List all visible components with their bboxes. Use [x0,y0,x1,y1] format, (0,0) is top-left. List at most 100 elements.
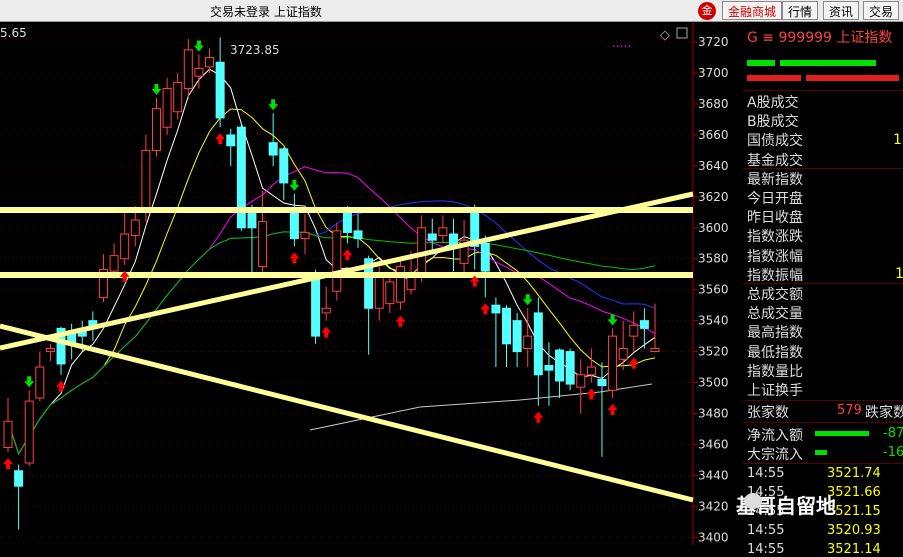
high-label: 3723.85 [230,43,280,57]
title-bar: 交易未登录 上证指数 金 金融商城 行情 资讯 交易 [0,0,903,22]
candle-body [565,351,575,385]
market-button[interactable]: 行情 [782,1,819,20]
candle-body [311,273,321,337]
buy-signal-arrow-icon [628,357,639,369]
quote-label: 指数振幅 [747,267,803,284]
quote-panel: G ≡ 999999 上证指数 A股成交 B股成交 国债成交 基金成交 最新指数 今日开盘… [743,22,903,557]
candle-body [300,231,310,240]
buy-signal-arrow-icon [342,249,353,261]
candle-body [35,366,45,399]
tick-time: 14:55 [747,523,785,538]
candle-body [523,335,533,349]
y-tick-label: 3560 [698,283,729,297]
tick-price: 3520.93 [827,523,881,538]
y-tick-label: 3700 [698,66,729,80]
bulk-inflow-value: -16 [883,445,903,460]
quote-label: 指数涨跌 [747,229,803,246]
mall-logo-icon: 金 [698,2,716,20]
candle-body [215,61,225,119]
candle-body [576,374,586,388]
y-tick-label: 3480 [698,406,729,420]
y-tick-label: 3620 [698,190,729,204]
candle-body [183,49,193,90]
quote-label: 最高指数 [747,325,803,342]
quote-label: A股成交 [747,95,799,111]
news-button[interactable]: 资讯 [823,1,860,20]
y-tick-label: 3640 [698,159,729,173]
quote-label: 最低指数 [747,344,803,361]
y-tick-label: 3720 [698,35,729,49]
ma30-line [7,200,656,455]
guozhai-value: 1 [893,132,902,148]
down-count-label: 跌家数 [865,405,903,421]
candle-body [226,134,236,147]
candle-body [14,470,24,487]
candle-body [332,230,342,292]
diamond-icon[interactable]: ◇ [660,28,670,43]
sell-signal-arrow-icon [289,179,300,191]
kline-chart[interactable]: 5.65 3723.85 ..... ◇ 3720 3700 3680 3660 364… [0,22,743,545]
candle-body [512,320,522,353]
quote-label: 指数涨幅 [747,248,803,265]
candle-body [480,242,490,272]
zhenfu-value: 1 [895,266,903,282]
y-tick-label: 3580 [698,252,729,266]
candle-body [597,378,607,387]
y-tick-label: 3460 [698,437,729,451]
candle-body [586,366,596,376]
candle-body [395,265,405,303]
buy-sell-bar-2 [747,75,899,81]
candle-body [120,233,130,260]
quote-label: 基金成交 [747,152,803,169]
up-count: 579 [837,403,862,418]
y-tick-label: 3680 [698,97,729,111]
buy-signal-arrow-icon [586,388,597,400]
candle-body [3,420,13,449]
net-inflow-value: -87 [883,426,903,441]
bulk-inflow-label: 大宗流入 [747,447,803,463]
y-tick-label: 3660 [698,128,729,142]
quote-label: 今日开盘 [747,191,803,207]
candle-body [151,108,161,151]
quote-label: 总成交额 [747,287,803,303]
y-tick-label: 3500 [698,376,729,390]
candle-body [342,211,352,233]
candle-body [608,335,618,391]
buy-signal-arrow-icon [3,458,13,470]
candle-body [533,312,543,376]
y-tick-label: 3400 [698,530,729,544]
y-tick-label: 3520 [698,345,729,359]
buy-signal-arrow-icon [395,315,406,327]
trade-button[interactable]: 交易 [863,1,900,20]
tick-price: 3521.74 [827,466,881,481]
candle-body [427,233,437,241]
candle-body [438,227,448,237]
y-tick-label: 3420 [698,499,729,513]
candle-body [353,230,363,240]
quote-label: 国债成交 [747,133,803,150]
scroll-up-icon[interactable] [676,27,688,39]
candle-body [650,347,660,353]
y-tick-label: 3540 [698,314,729,328]
quote-label: 昨日收盘 [747,210,803,227]
candle-body [141,149,151,213]
sell-signal-arrow-icon [193,40,204,52]
candle-body [268,142,278,156]
tick-price: 3521.14 [827,542,881,557]
candle-body [162,88,172,128]
finance-mall-button[interactable]: 金融商城 [722,1,783,20]
net-inflow-bar [815,431,869,436]
candle-body [629,324,639,337]
bulk-inflow-bar [815,450,827,455]
ma120-line [309,383,653,431]
candle-body [374,276,384,309]
candle-body [321,307,331,314]
buy-signal-arrow-icon [480,303,491,315]
candle-body [544,365,554,371]
sell-signal-arrow-icon [24,376,35,388]
quote-label: B股成交 [747,114,799,131]
wechat-icon [744,493,762,509]
candle-body [491,304,501,314]
quote-label: 指数量比 [747,363,803,380]
buy-signal-arrow-icon [321,326,332,338]
